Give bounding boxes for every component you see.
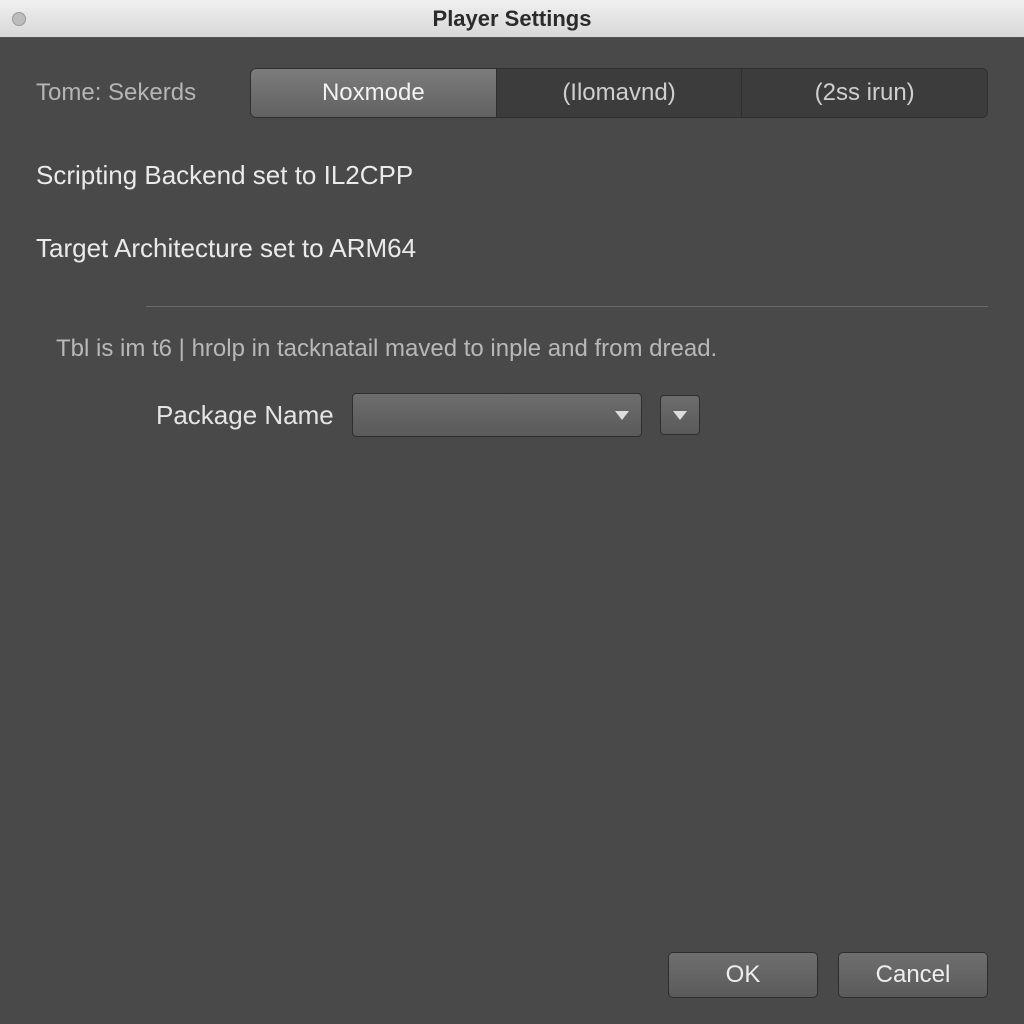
segment-1[interactable]: (Ilomavnd) bbox=[497, 69, 743, 117]
segment-0[interactable]: Noxmode bbox=[251, 69, 497, 117]
window-close-dot[interactable] bbox=[12, 12, 26, 26]
segment-2[interactable]: (2ss irun) bbox=[742, 69, 987, 117]
titlebar: Player Settings bbox=[0, 0, 1024, 38]
mode-row-label: Tome: Sekerds bbox=[36, 79, 226, 107]
cancel-button[interactable]: Cancel bbox=[838, 952, 988, 998]
package-name-label: Package Name bbox=[156, 400, 334, 431]
mode-row: Tome: Sekerds Noxmode (Ilomavnd) (2ss ir… bbox=[36, 68, 988, 118]
package-name-dropdown[interactable] bbox=[352, 393, 642, 437]
footer-buttons: OK Cancel bbox=[668, 952, 988, 998]
target-architecture-status: Target Architecture set to ARM64 bbox=[36, 233, 988, 264]
package-name-aux-dropdown[interactable] bbox=[660, 395, 700, 435]
content: Tome: Sekerds Noxmode (Ilomavnd) (2ss ir… bbox=[0, 38, 1024, 437]
chevron-down-icon bbox=[615, 411, 629, 420]
package-name-row: Package Name bbox=[156, 393, 988, 437]
helper-text: Tbl is im t6 | hrolp in tacknatail maved… bbox=[56, 335, 988, 363]
scripting-backend-status: Scripting Backend set to IL2CPP bbox=[36, 160, 988, 191]
ok-button[interactable]: OK bbox=[668, 952, 818, 998]
window-title: Player Settings bbox=[0, 6, 1024, 32]
section-divider bbox=[146, 306, 988, 307]
chevron-down-icon bbox=[673, 411, 687, 420]
mode-segmented: Noxmode (Ilomavnd) (2ss irun) bbox=[250, 68, 988, 118]
